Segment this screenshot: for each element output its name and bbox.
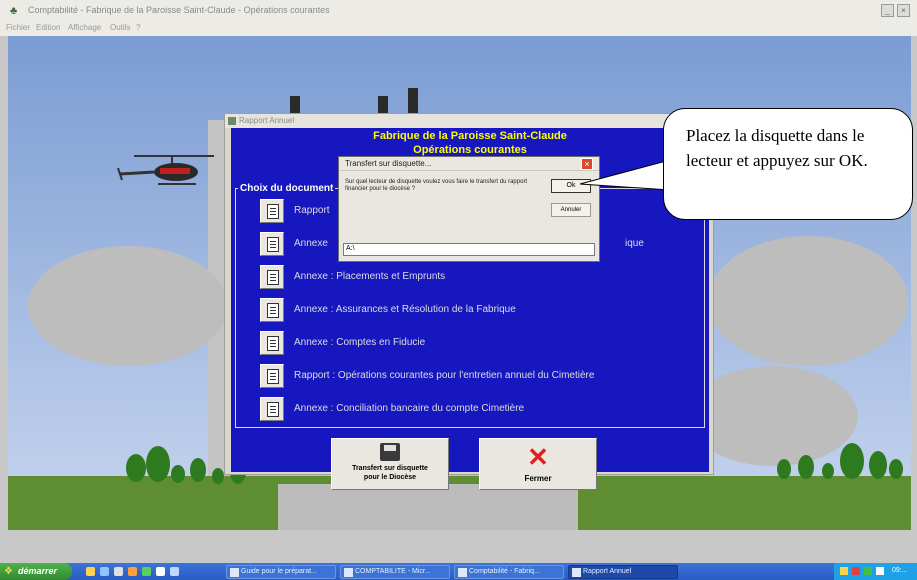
s-shape-right-upper: [708, 236, 908, 366]
window-icon: [228, 117, 236, 125]
window-icon: [344, 568, 353, 577]
document-button[interactable]: [260, 364, 284, 388]
app-icon: ♣: [10, 5, 18, 17]
document-icon: [267, 402, 279, 417]
quick-launch-icon[interactable]: [86, 567, 95, 576]
quick-launch-icon[interactable]: [156, 567, 165, 576]
fermer-button[interactable]: ✕ Fermer: [479, 438, 597, 490]
document-label: Annexe : Conciliation bancaire du compte…: [294, 403, 525, 414]
transfer-dialog-title: Transfert sur disquette...: [345, 159, 432, 168]
helicopter-icon: [117, 155, 214, 185]
transfer-button-label-line1: Transfert sur disquette: [352, 465, 428, 472]
instruction-callout: Placez la disquette dans le lecteur et a…: [663, 108, 913, 220]
app-title-bar: ♣ Comptabilité - Fabrique de la Paroisse…: [0, 0, 917, 22]
system-tray: 09:...: [834, 563, 917, 580]
document-icon: [267, 369, 279, 384]
transfer-disk-dialog: Transfert sur disquette... × Sur quel le…: [338, 156, 600, 262]
taskbar-window-button[interactable]: Guide pour le préparat...: [226, 565, 336, 579]
taskbar-window-label: COMPTABILITE - Micr...: [355, 568, 431, 575]
floppy-disk-icon: [380, 443, 400, 461]
document-row[interactable]: Annexe : Placements et Emprunts: [260, 265, 700, 289]
quick-launch-icon[interactable]: [170, 567, 179, 576]
s-shape-left: [28, 246, 228, 366]
document-label: Annexe : Comptes en Fiducie: [294, 337, 426, 348]
document-button[interactable]: [260, 232, 284, 256]
document-label: Annexe: [294, 238, 328, 249]
quick-launch-icon[interactable]: [114, 567, 123, 576]
close-x-icon: ✕: [527, 442, 549, 472]
quick-launch-icon[interactable]: [142, 567, 151, 576]
transfer-dialog-title-bar: Transfert sur disquette... ×: [339, 157, 599, 171]
drive-input[interactable]: A:\: [343, 243, 595, 256]
document-label-suffix: ique: [625, 238, 644, 249]
parish-heading: Fabrique de la Paroisse Saint-Claude: [373, 130, 567, 142]
cancel-button[interactable]: Annuler: [551, 203, 591, 217]
app-title: Comptabilité - Fabrique de la Paroisse S…: [28, 5, 330, 15]
document-label: Annexe : Assurances et Résolution de la …: [294, 304, 516, 315]
trees-right: [777, 443, 903, 479]
start-button[interactable]: ❖ démarrer: [0, 563, 72, 580]
document-label: Rapport : Opérations courantes pour l'en…: [294, 370, 595, 381]
tray-icon[interactable]: [864, 567, 872, 575]
taskbar-window-label: Rapport Annuel: [583, 568, 632, 575]
taskbar-window-button-active[interactable]: Rapport Annuel: [568, 565, 678, 579]
document-button[interactable]: [260, 331, 284, 355]
transfer-to-disk-button[interactable]: Transfert sur disquette pour le Diocèse: [331, 438, 449, 490]
window-icon: [572, 568, 581, 577]
operations-heading: Opérations courantes: [413, 144, 527, 156]
building-base: [278, 484, 578, 530]
tray-icon[interactable]: [852, 567, 860, 575]
document-icon: [267, 237, 279, 252]
quick-launch-icon[interactable]: [128, 567, 137, 576]
document-button[interactable]: [260, 199, 284, 223]
taskbar-window-label: Guide pour le préparat...: [241, 568, 317, 575]
taskbar-window-button[interactable]: Comptabilité - Fabriq...: [454, 565, 564, 579]
close-button[interactable]: ×: [897, 4, 910, 17]
windows-logo-icon: ❖: [4, 566, 13, 577]
menu-bar: Fichier Edition Affichage Outils ?: [0, 22, 917, 36]
document-button[interactable]: [260, 265, 284, 289]
menu-item-fichier[interactable]: Fichier: [6, 23, 30, 32]
document-row[interactable]: Annexe : Assurances et Résolution de la …: [260, 298, 700, 322]
menu-item-help[interactable]: ?: [136, 23, 140, 32]
menu-item-outils[interactable]: Outils: [110, 23, 130, 32]
document-icon: [267, 336, 279, 351]
document-label: Annexe : Placements et Emprunts: [294, 271, 446, 282]
document-icon: [267, 270, 279, 285]
minimize-button[interactable]: _: [881, 4, 894, 17]
menu-item-affichage[interactable]: Affichage: [68, 23, 101, 32]
clock[interactable]: 09:...: [892, 567, 908, 574]
callout-text: Placez la disquette dans le lecteur et a…: [686, 126, 868, 170]
quick-launch-icon[interactable]: [100, 567, 109, 576]
document-icon: [267, 204, 279, 219]
transfer-button-label-line2: pour le Diocèse: [363, 474, 417, 481]
start-label: démarrer: [18, 566, 58, 576]
fermer-button-label: Fermer: [524, 474, 552, 483]
taskbar: ❖ démarrer Guide pour le préparat... COM…: [0, 563, 917, 580]
tray-icon[interactable]: [840, 567, 848, 575]
taskbar-window-label: Comptabilité - Fabriq...: [469, 568, 540, 575]
tray-icon[interactable]: [876, 567, 884, 575]
document-row[interactable]: Rapport : Opérations courantes pour l'en…: [260, 364, 700, 388]
rapport-window-title: Rapport Annuel: [239, 116, 295, 125]
document-row[interactable]: Annexe : Comptes en Fiducie: [260, 331, 700, 355]
document-row[interactable]: Annexe : Conciliation bancaire du compte…: [260, 397, 700, 421]
document-choice-label: Choix du document: [238, 183, 336, 194]
rapport-title-bar: Rapport Annuel: [225, 114, 713, 128]
document-label: Rapport: [294, 205, 330, 216]
window-icon: [458, 568, 467, 577]
document-icon: [267, 303, 279, 318]
transfer-prompt: Sur quel lecteur de disquette voulez vou…: [345, 179, 528, 192]
document-button[interactable]: [260, 397, 284, 421]
document-button[interactable]: [260, 298, 284, 322]
callout-pointer: [580, 160, 670, 191]
taskbar-window-button[interactable]: COMPTABILITE - Micr...: [340, 565, 450, 579]
window-icon: [230, 568, 239, 577]
menu-item-edition[interactable]: Edition: [36, 23, 60, 32]
